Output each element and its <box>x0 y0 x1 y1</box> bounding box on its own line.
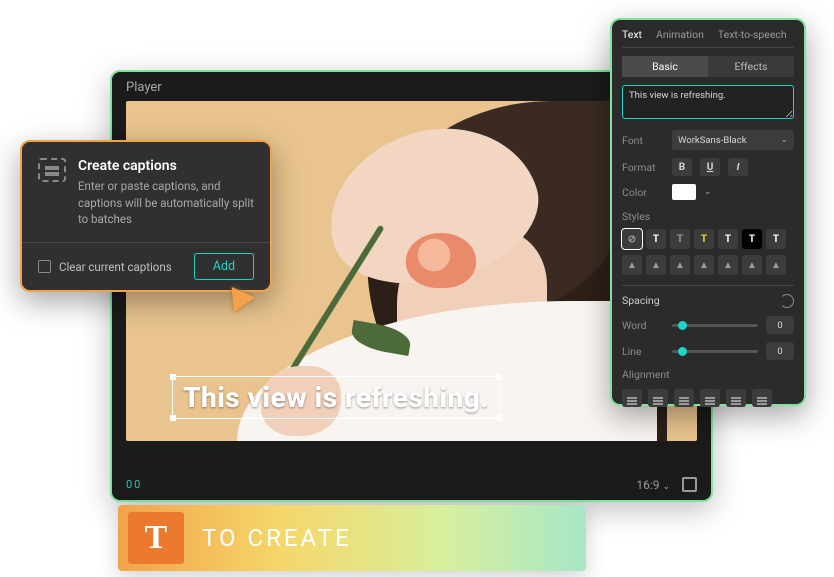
add-button[interactable]: Add <box>194 253 254 280</box>
format-label: Format <box>622 161 664 174</box>
style-preset-7[interactable]: ▲ <box>622 255 642 275</box>
italic-button[interactable]: I <box>728 158 748 176</box>
style-presets-row2: ▲ ▲ ▲ ▲ ▲ ▲ ▲ <box>622 255 794 275</box>
chevron-down-icon: ⌄ <box>662 482 670 492</box>
style-presets: ⊘ T T T T T T <box>622 229 794 249</box>
color-swatch[interactable] <box>672 184 696 200</box>
checkbox-icon[interactable] <box>38 260 51 273</box>
color-label: Color <box>622 186 664 199</box>
alignment-label: Alignment <box>622 368 664 381</box>
line-spacing-label: Line <box>622 345 664 358</box>
popover-body: Enter or paste captions, and captions wi… <box>78 178 254 228</box>
captions-icon <box>38 158 66 182</box>
align-center-button[interactable] <box>648 389 668 407</box>
to-create-banner[interactable]: T TO CREATE <box>118 505 586 571</box>
clear-captions-option[interactable]: Clear current captions <box>38 260 172 274</box>
align-bottom-button[interactable] <box>752 389 772 407</box>
subtab-effects[interactable]: Effects <box>708 56 794 77</box>
style-preset-12[interactable]: ▲ <box>742 255 762 275</box>
word-spacing-value[interactable]: 0 <box>766 316 794 334</box>
subtab-basic[interactable]: Basic <box>622 56 708 77</box>
font-label: Font <box>622 134 664 147</box>
caption-text: This view is refreshing. <box>183 381 489 414</box>
player-controls-bar: 00 16:9 ⌄ <box>126 477 697 492</box>
panel-tabs: Text Animation Text-to-speech <box>622 28 794 48</box>
font-select[interactable]: WorkSans-Black ⌄ <box>672 130 794 150</box>
illustration-rose <box>406 233 476 288</box>
underline-button[interactable]: U <box>700 158 720 176</box>
font-value: WorkSans-Black <box>678 135 747 146</box>
style-none[interactable]: ⊘ <box>622 229 642 249</box>
styles-label: Styles <box>622 210 664 223</box>
align-middle-button[interactable] <box>726 389 746 407</box>
align-left-button[interactable] <box>622 389 642 407</box>
popover-heading: Create captions <box>78 158 254 174</box>
style-preset-6[interactable]: T <box>766 229 786 249</box>
style-preset-9[interactable]: ▲ <box>670 255 690 275</box>
style-preset-2[interactable]: T <box>670 229 690 249</box>
line-spacing-slider[interactable] <box>672 350 758 353</box>
tab-tts[interactable]: Text-to-speech <box>718 28 787 41</box>
panel-subtabs: Basic Effects <box>622 56 794 77</box>
style-preset-10[interactable]: ▲ <box>694 255 714 275</box>
aspect-ratio-selector[interactable]: 16:9 ⌄ <box>636 478 670 492</box>
text-inspector-panel: Text Animation Text-to-speech Basic Effe… <box>610 18 806 406</box>
style-preset-8[interactable]: ▲ <box>646 255 666 275</box>
caption-text-box[interactable]: This view is refreshing. <box>172 376 500 419</box>
text-badge-icon: T <box>128 512 184 564</box>
spacing-label: Spacing <box>622 294 660 308</box>
word-spacing-label: Word <box>622 319 664 332</box>
create-captions-popover: Create captions Enter or paste captions,… <box>20 140 272 292</box>
align-right-button[interactable] <box>674 389 694 407</box>
line-spacing-value[interactable]: 0 <box>766 342 794 360</box>
style-preset-11[interactable]: ▲ <box>718 255 738 275</box>
reset-icon[interactable] <box>780 294 794 308</box>
bold-button[interactable]: B <box>672 158 692 176</box>
chevron-down-icon: ⌄ <box>780 135 788 145</box>
tab-animation[interactable]: Animation <box>656 28 704 41</box>
to-create-label: TO CREATE <box>202 524 352 552</box>
fullscreen-icon[interactable] <box>682 477 697 492</box>
caption-textarea[interactable] <box>622 85 794 119</box>
style-preset-1[interactable]: T <box>646 229 666 249</box>
word-spacing-slider[interactable] <box>672 324 758 327</box>
clear-captions-label: Clear current captions <box>59 260 172 274</box>
tab-text[interactable]: Text <box>622 28 642 41</box>
alignment-buttons <box>622 389 794 407</box>
style-preset-4[interactable]: T <box>718 229 738 249</box>
style-preset-3[interactable]: T <box>694 229 714 249</box>
timecode: 00 <box>126 478 142 491</box>
style-preset-13[interactable]: ▲ <box>766 255 786 275</box>
style-preset-5[interactable]: T <box>742 229 762 249</box>
chevron-down-icon[interactable]: ⌄ <box>704 187 712 197</box>
align-top-button[interactable] <box>700 389 720 407</box>
